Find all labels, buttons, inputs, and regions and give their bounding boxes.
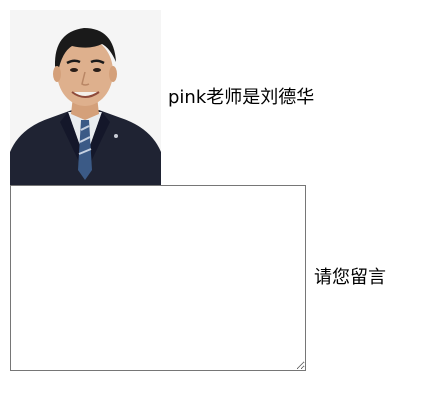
comment-textarea[interactable] xyxy=(10,185,306,371)
portrait-image xyxy=(10,10,161,185)
profile-caption: pink老师是刘德华 xyxy=(168,86,315,108)
page: pink老师是刘德华 请您留言 xyxy=(0,0,428,404)
portrait-photo xyxy=(10,10,161,185)
profile-row: pink老师是刘德华 xyxy=(10,10,314,185)
comment-row: 请您留言 xyxy=(10,185,386,371)
comment-prompt: 请您留言 xyxy=(314,267,386,288)
